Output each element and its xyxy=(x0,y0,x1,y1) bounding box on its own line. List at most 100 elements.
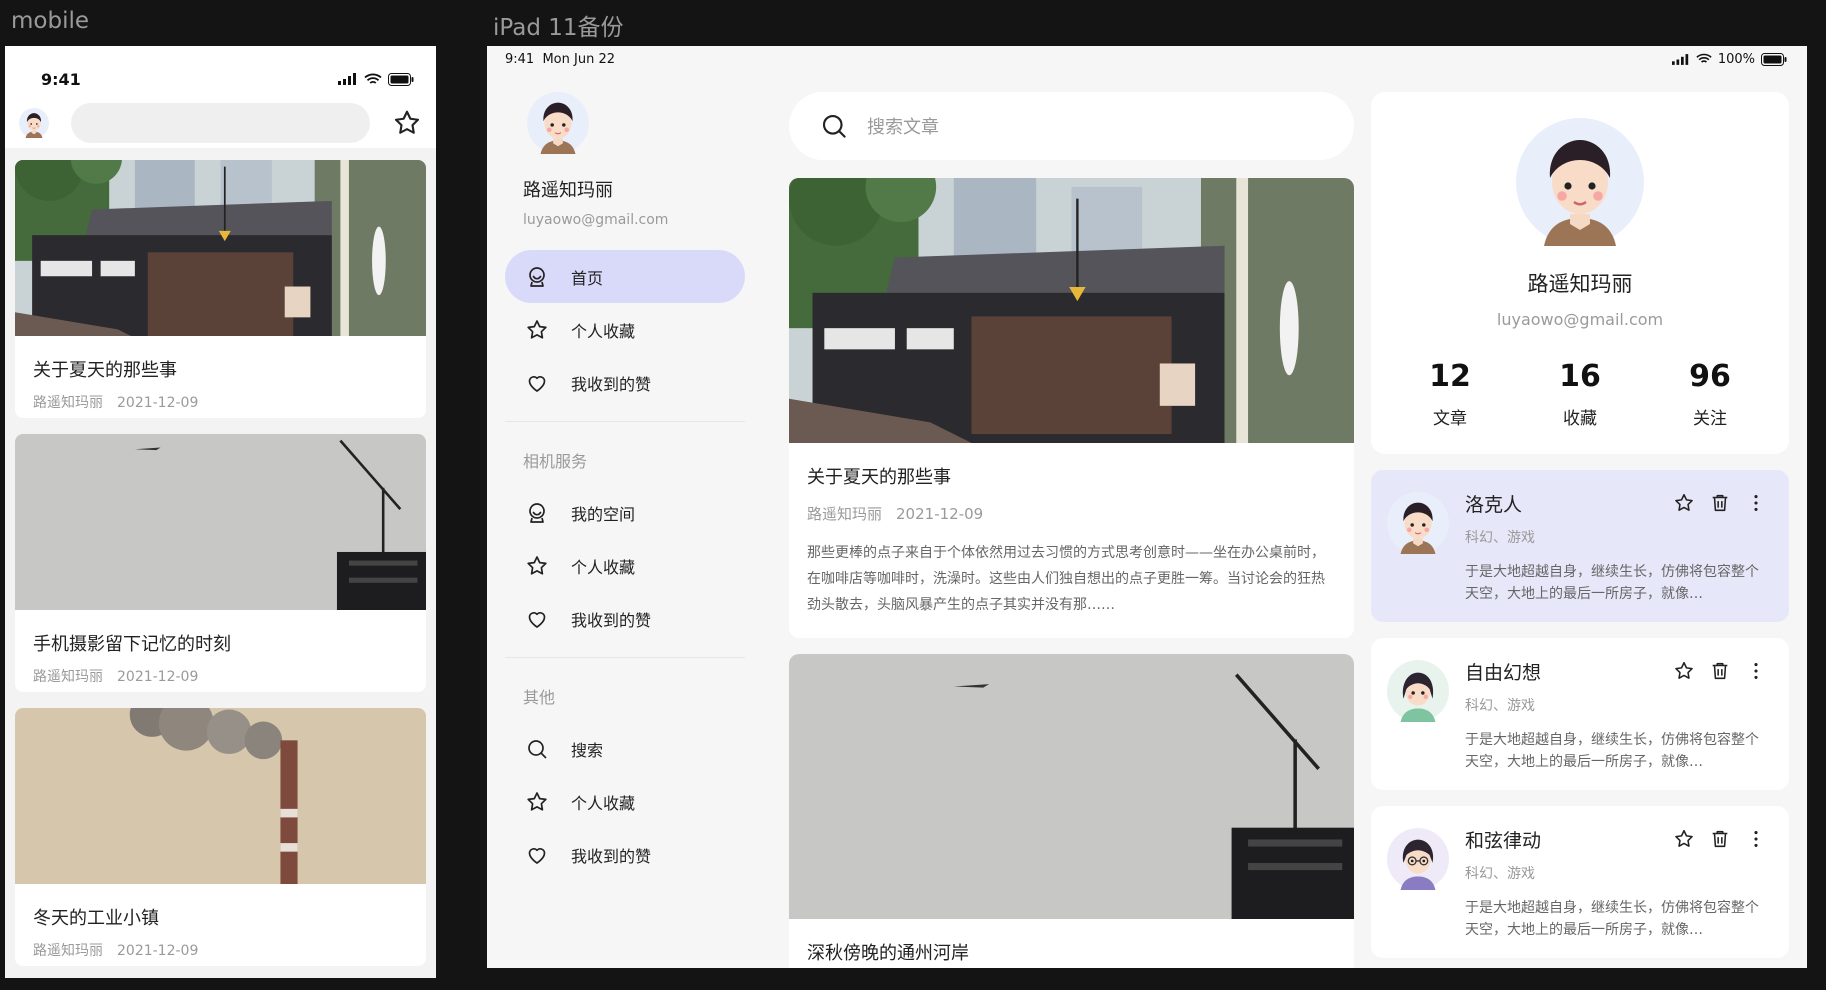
sidebar-item-favorites[interactable]: 个人收藏 xyxy=(505,303,745,356)
search-icon xyxy=(525,737,549,761)
divider xyxy=(505,421,745,422)
article-author: 路遥知玛丽 xyxy=(807,505,883,523)
article-image xyxy=(15,434,426,610)
wifi-icon xyxy=(364,73,382,84)
tablet-frame: 9:41 Mon Jun 22 100% 路遥知玛丽 luyaowo@gmail… xyxy=(487,46,1807,968)
avatar[interactable] xyxy=(1516,118,1644,246)
sidebar-item-favorites[interactable]: 个人收藏 xyxy=(505,539,745,592)
user-card[interactable]: 洛克人 科幻、游戏 于是大地超越自身，继续生长，仿佛将包容整个天空，大地上的最后… xyxy=(1371,470,1789,622)
sidebar-item-favorites[interactable]: 个人收藏 xyxy=(505,775,745,828)
star-icon[interactable] xyxy=(1673,492,1695,514)
search-input[interactable] xyxy=(71,103,370,143)
article-author: 路遥知玛丽 xyxy=(33,943,103,959)
article-image xyxy=(789,654,1354,919)
sidebar-item-likes[interactable]: 我收到的赞 xyxy=(505,592,745,645)
article-card[interactable]: 深秋傍晚的通州河岸 xyxy=(789,654,1354,968)
stat-value: 16 xyxy=(1559,359,1601,394)
search-icon xyxy=(819,111,849,141)
trash-icon[interactable] xyxy=(1709,828,1731,850)
sidebar-item-my-space[interactable]: 我的空间 xyxy=(505,486,745,539)
article-feed: 关于夏天的那些事 路遥知玛丽 2021-12-09 手机摄影留下记忆的时刻 路遥知… xyxy=(5,148,436,978)
star-icon[interactable] xyxy=(1673,660,1695,682)
profile-email: luyaowo@gmail.com xyxy=(1496,310,1664,329)
stat-label: 收藏 xyxy=(1563,409,1597,429)
sidebar-item-search[interactable]: 搜索 xyxy=(505,722,745,775)
user-description: 于是大地超越自身，继续生长，仿佛将包容整个天空，大地上的最后一所房子，就像… xyxy=(1465,564,1759,602)
avatar xyxy=(1387,660,1449,722)
trash-icon[interactable] xyxy=(1709,660,1731,682)
stat-articles[interactable]: 12 文章 xyxy=(1429,359,1471,429)
divider xyxy=(505,657,745,658)
user-card[interactable]: 自由幻想 科幻、游戏 于是大地超越自身，继续生长，仿佛将包容整个天空，大地上的最… xyxy=(1371,638,1789,790)
status-bar: 9:41 xyxy=(5,46,436,98)
sidebar-item-likes[interactable]: 我收到的赞 xyxy=(505,828,745,881)
star-icon xyxy=(525,554,549,578)
article-excerpt: 那些更棒的点子来自于个体依然用过去习惯的方式思考创意时——坐在办公桌前时，在咖啡… xyxy=(807,545,1325,613)
sidebar: 路遥知玛丽 luyaowo@gmail.com 首页 个人收藏 我收到的赞 相机… xyxy=(505,92,745,881)
star-icon xyxy=(525,790,549,814)
status-date: Mon Jun 22 xyxy=(542,51,615,67)
battery-percent: 100% xyxy=(1717,51,1755,67)
article-date: 2021-12-09 xyxy=(117,395,199,411)
user-description: 于是大地超越自身，继续生长，仿佛将包容整个天空，大地上的最后一所房子，就像… xyxy=(1465,732,1759,770)
heart-icon xyxy=(525,843,549,867)
avatar xyxy=(1387,492,1449,554)
sidebar-item-home[interactable]: 首页 xyxy=(505,250,745,303)
search-input[interactable]: 搜索文章 xyxy=(789,92,1354,160)
cellular-signal-icon xyxy=(1671,53,1689,65)
user-tags: 科幻、游戏 xyxy=(1465,866,1535,882)
sidebar-item-likes[interactable]: 我收到的赞 xyxy=(505,356,745,409)
mobile-frame-label: mobile xyxy=(11,8,90,34)
user-description: 于是大地超越自身，继续生长，仿佛将包容整个天空，大地上的最后一所房子，就像… xyxy=(1465,900,1759,938)
more-icon[interactable] xyxy=(1745,492,1767,514)
sidebar-item-label: 首页 xyxy=(571,268,604,288)
more-icon[interactable] xyxy=(1745,828,1767,850)
article-date: 2021-12-09 xyxy=(117,669,199,685)
stat-value: 12 xyxy=(1429,359,1471,394)
article-card[interactable]: 关于夏天的那些事 路遥知玛丽 2021-12-09 那些更棒的点子来自于个体依然用… xyxy=(789,178,1354,638)
article-title[interactable]: 冬天的工业小镇 xyxy=(33,904,408,930)
star-icon xyxy=(525,318,549,342)
article-card[interactable]: 冬天的工业小镇 路遥知玛丽 2021-12-09 xyxy=(15,708,426,966)
avatar[interactable] xyxy=(19,108,49,138)
section-title: 其他 xyxy=(523,688,556,707)
stat-following[interactable]: 96 关注 xyxy=(1689,359,1731,429)
article-title[interactable]: 关于夏天的那些事 xyxy=(33,356,408,382)
profile-name: 路遥知玛丽 xyxy=(1527,272,1633,296)
article-card[interactable]: 关于夏天的那些事 路遥知玛丽 2021-12-09 xyxy=(15,160,426,418)
wifi-icon xyxy=(1696,53,1712,63)
article-card[interactable]: 手机摄影留下记忆的时刻 路遥知玛丽 2021-12-09 xyxy=(15,434,426,692)
stat-value: 96 xyxy=(1689,359,1731,394)
status-bar: 9:41 Mon Jun 22 100% xyxy=(487,46,1807,72)
article-image xyxy=(789,178,1354,443)
home-icon xyxy=(525,265,549,289)
stat-label: 文章 xyxy=(1433,409,1467,429)
sidebar-item-label: 个人收藏 xyxy=(571,321,636,341)
stat-favorites[interactable]: 16 收藏 xyxy=(1559,359,1601,429)
mobile-frame: 9:41 关于夏天的那些事 路遥知玛丽 2021-12-09 手机摄影留下记忆的时… xyxy=(5,46,436,978)
status-time: 9:41 xyxy=(505,51,535,67)
star-icon[interactable] xyxy=(392,108,422,138)
avatar xyxy=(1387,828,1449,890)
user-tags: 科幻、游戏 xyxy=(1465,530,1535,546)
search-placeholder: 搜索文章 xyxy=(867,117,939,138)
article-column: 搜索文章 关于夏天的那些事 路遥知玛丽 2021-12-09 那些更棒的点子来自于… xyxy=(789,92,1354,968)
trash-icon[interactable] xyxy=(1709,492,1731,514)
article-author: 路遥知玛丽 xyxy=(33,395,103,411)
star-icon[interactable] xyxy=(1673,828,1695,850)
profile-stats: 12 文章 16 收藏 96 关注 xyxy=(1371,359,1789,429)
user-card[interactable]: 和弦律动 科幻、游戏 于是大地超越自身，继续生长，仿佛将包容整个天空，大地上的最… xyxy=(1371,806,1789,958)
sidebar-item-label: 我收到的赞 xyxy=(571,846,652,866)
article-title[interactable]: 手机摄影留下记忆的时刻 xyxy=(33,630,408,656)
article-date: 2021-12-09 xyxy=(117,943,199,959)
sidebar-item-label: 个人收藏 xyxy=(571,557,636,577)
tablet-frame-label: iPad 11备份 xyxy=(493,15,624,41)
sidebar-item-label: 我收到的赞 xyxy=(571,374,652,394)
user-tags: 科幻、游戏 xyxy=(1465,698,1535,714)
more-icon[interactable] xyxy=(1745,660,1767,682)
article-title[interactable]: 关于夏天的那些事 xyxy=(807,463,1336,489)
avatar[interactable] xyxy=(527,92,589,154)
article-title[interactable]: 深秋傍晚的通州河岸 xyxy=(807,939,1336,965)
article-author: 路遥知玛丽 xyxy=(33,669,103,685)
profile-card: 路遥知玛丽 luyaowo@gmail.com 12 文章 16 收藏 96 关注 xyxy=(1371,92,1789,454)
